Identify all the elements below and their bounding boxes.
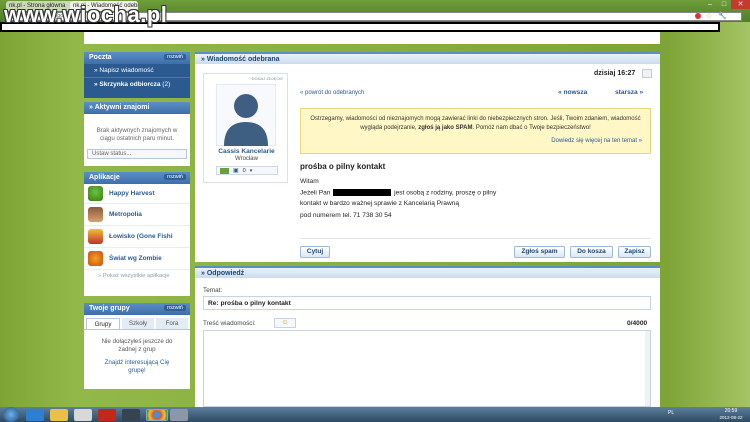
steam-icon[interactable] [122, 409, 140, 421]
reply-subject-input[interactable]: Re: prośba o pilny kontakt [203, 296, 651, 310]
find-group-link[interactable]: Znajdź interesującą Cię grupę! [84, 357, 190, 377]
clock-date[interactable]: 2012-08-22 [718, 415, 744, 420]
app-lowisko[interactable]: Łowisko (Gone Fishi [84, 226, 190, 248]
report-spam-button[interactable]: Zgłoś spam [514, 246, 565, 258]
newer-link[interactable]: « nowsza [558, 89, 587, 96]
message-subject: prośba o pilny kontakt [300, 162, 386, 171]
back-link[interactable]: « powrót do odebranych [300, 90, 364, 96]
trash-button[interactable]: Do kosza [570, 246, 613, 258]
body-line-1: Witam [300, 178, 319, 185]
sender-actions: ▣ 0 ▾ [216, 166, 278, 175]
zombie-icon [88, 251, 103, 266]
apps-show-all-link[interactable]: » Pokaż wszystkie aplikacje [84, 270, 190, 279]
emoticon-icon[interactable]: ☺ [274, 318, 296, 328]
sidebar-poczta: Poczta rozwiń » Napisz wiadomość » Skrzy… [84, 52, 190, 98]
znajomi-title: Aktywni znajomi [94, 104, 150, 111]
status-input[interactable]: Ustaw status... [87, 149, 187, 159]
site-top-strip [84, 32, 660, 44]
add-photo-label: DODAJ ZDJĘCIE [251, 76, 283, 81]
app-swiat-wg-zombie[interactable]: Świat wg Zombie [84, 248, 190, 270]
sidebar-grupy: Twoje grupy rozwiń Grupy Szkoły Fora Nie… [84, 303, 190, 389]
app-happy-harvest[interactable]: Happy Harvest [84, 184, 190, 204]
grupy-tabs: Grupy Szkoły Fora [84, 315, 190, 330]
folder-icon[interactable] [50, 409, 68, 421]
znajomi-empty-text: Brak aktywnych znajomych w ciągu ostatni… [96, 127, 178, 142]
char-counter: 0/4000 [627, 320, 648, 327]
language-indicator[interactable]: PL [668, 410, 674, 416]
warning-more-link[interactable]: Dowiedz się więcej na ten temat » [309, 137, 642, 146]
gift-icon[interactable]: ▣ [233, 167, 239, 174]
default-avatar-icon[interactable] [216, 84, 276, 146]
tab-grupy[interactable]: Grupy [86, 318, 120, 329]
envelope-icon[interactable] [220, 167, 229, 174]
grupy-expand-button[interactable]: rozwiń [164, 305, 186, 311]
save-button[interactable]: Zapisz [618, 246, 651, 258]
older-link[interactable]: starsza » [615, 89, 643, 96]
app-metropolia[interactable]: Metropolia [84, 204, 190, 226]
sidebar-item-skrzynka[interactable]: » Skrzynka odbiorcza (2) [84, 78, 190, 91]
tab-szkoly[interactable]: Szkoły [122, 318, 154, 329]
sidebar-aplikacje: Aplikacje rozwiń Happy Harvest Metropoli… [84, 172, 190, 296]
app-icon[interactable] [98, 409, 116, 421]
aplikacje-header: Aplikacje rozwiń [84, 172, 190, 184]
reply-body-textarea[interactable] [203, 330, 651, 407]
generic-app-icon[interactable] [170, 409, 188, 421]
quote-button[interactable]: Cytuj [300, 246, 330, 258]
reply-body-label: Treść wiadomości: [203, 320, 256, 327]
divider [300, 238, 651, 239]
poczta-header: Poczta rozwiń [84, 52, 190, 64]
sender-name[interactable]: Cassis Kancelarie [204, 148, 289, 155]
body-line-3: kontakt w bardzo ważnej sprawie z Kancel… [300, 200, 460, 207]
avatar-icon [88, 207, 103, 222]
message-header: » Wiadomość odebrana [195, 52, 660, 64]
wrench-icon[interactable]: 🔧 [718, 12, 727, 20]
sprout-icon [88, 186, 103, 201]
sidebar-znajomi: » Aktywni znajomi Brak aktywnych znajomy… [84, 102, 190, 166]
sender-count: 0 [242, 167, 246, 174]
grupy-empty-text: Nie dołączyłeś jeszcze do żadnej z grup [101, 338, 173, 353]
ie-icon[interactable] [26, 409, 44, 421]
close-icon[interactable]: ✕ [731, 0, 750, 9]
tab-fora[interactable]: Fora [156, 318, 188, 329]
body-line-4: pod numerem tel. 71 738 30 54 [300, 212, 392, 219]
redacted-name [333, 189, 392, 196]
star-icon[interactable]: ☆ [706, 12, 712, 20]
minimize-icon[interactable]: – [703, 0, 717, 9]
spam-warning: Ostrzegamy, wiadomości od nieznajomych m… [300, 108, 651, 154]
textarea-scrollbar[interactable] [645, 331, 650, 406]
chrome-icon[interactable] [146, 409, 168, 421]
maximize-icon[interactable]: □ [717, 0, 731, 9]
body-line-2: Jeżeli Pan jest osobą z rodziny, proszę … [300, 189, 497, 197]
stop-icon[interactable] [695, 13, 701, 19]
sender-card: DODAJ ZDJĘCIE Cassis Kancelarie Wrocław … [203, 73, 288, 183]
aplikacje-expand-button[interactable]: rozwiń [164, 174, 186, 180]
reply-header: » Odpowiedź [195, 266, 660, 278]
chevron-down-icon[interactable]: ▾ [250, 168, 253, 174]
clock-time[interactable]: 20:59 [718, 408, 744, 414]
start-button[interactable] [3, 407, 19, 422]
sidebar-item-napisz[interactable]: » Napisz wiadomość [84, 64, 190, 78]
watermark: www.wiocha.pl [4, 2, 168, 27]
aplikacje-title: Aplikacje [89, 174, 120, 181]
znajomi-header: » Aktywni znajomi [84, 102, 190, 114]
poczta-expand-button[interactable]: rozwiń [164, 54, 186, 60]
grupy-title: Twoje grupy [89, 305, 130, 312]
reply-subject-label: Temat: [203, 287, 223, 294]
media-player-icon[interactable] [74, 409, 92, 421]
sender-city: Wrocław [235, 156, 258, 162]
fisherman-icon [88, 229, 103, 244]
message-date: dzisiaj 16:27 [594, 70, 636, 77]
print-icon[interactable] [642, 69, 652, 78]
grupy-header: Twoje grupy rozwiń [84, 303, 190, 315]
poczta-title: Poczta [89, 54, 112, 61]
